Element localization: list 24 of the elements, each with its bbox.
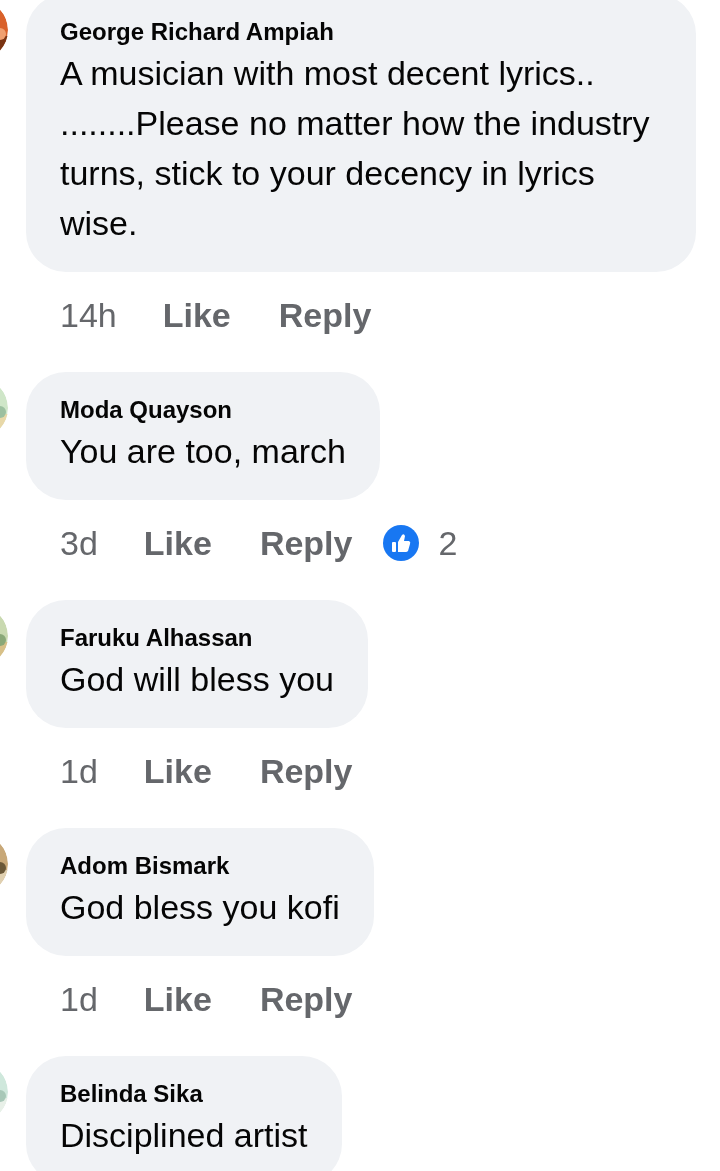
reaction-count: 2 — [438, 522, 458, 564]
thumbs-up-icon — [382, 524, 421, 562]
comment-text: A musician with most decent lyrics.. ........Please no matter how the industry turns, stick to your decency in lyrics wise. — [60, 53, 651, 244]
reply-button[interactable]: Reply — [278, 289, 372, 341]
comment-text: Disciplined artist — [60, 1115, 308, 1156]
comment-time: 1d — [60, 750, 98, 792]
comment-time: 3d — [60, 522, 98, 564]
comment-time: 1d — [60, 978, 98, 1020]
commenter-name[interactable]: Adom Bismark — [60, 850, 340, 882]
reply-button[interactable]: Reply — [259, 973, 353, 1025]
like-button[interactable]: Like — [143, 517, 212, 569]
comment-text: You are too, march — [60, 431, 347, 472]
commenter-name[interactable]: Faruku Alhassan — [60, 622, 334, 654]
comment-time: 14h — [60, 294, 117, 336]
like-button[interactable]: Like — [143, 973, 212, 1025]
comment-text: God bless you kofi — [60, 887, 340, 928]
reply-button[interactable]: Reply — [259, 745, 353, 797]
reply-button[interactable]: Reply — [259, 517, 353, 569]
like-button[interactable]: Like — [162, 289, 231, 341]
commenter-name[interactable]: George Richard Ampiah — [60, 16, 662, 48]
like-button[interactable]: Like — [143, 745, 212, 797]
comment-text: God will bless you — [60, 659, 334, 700]
commenter-name[interactable]: Belinda Sika — [60, 1078, 308, 1110]
commenter-name[interactable]: Moda Quayson — [60, 394, 347, 426]
